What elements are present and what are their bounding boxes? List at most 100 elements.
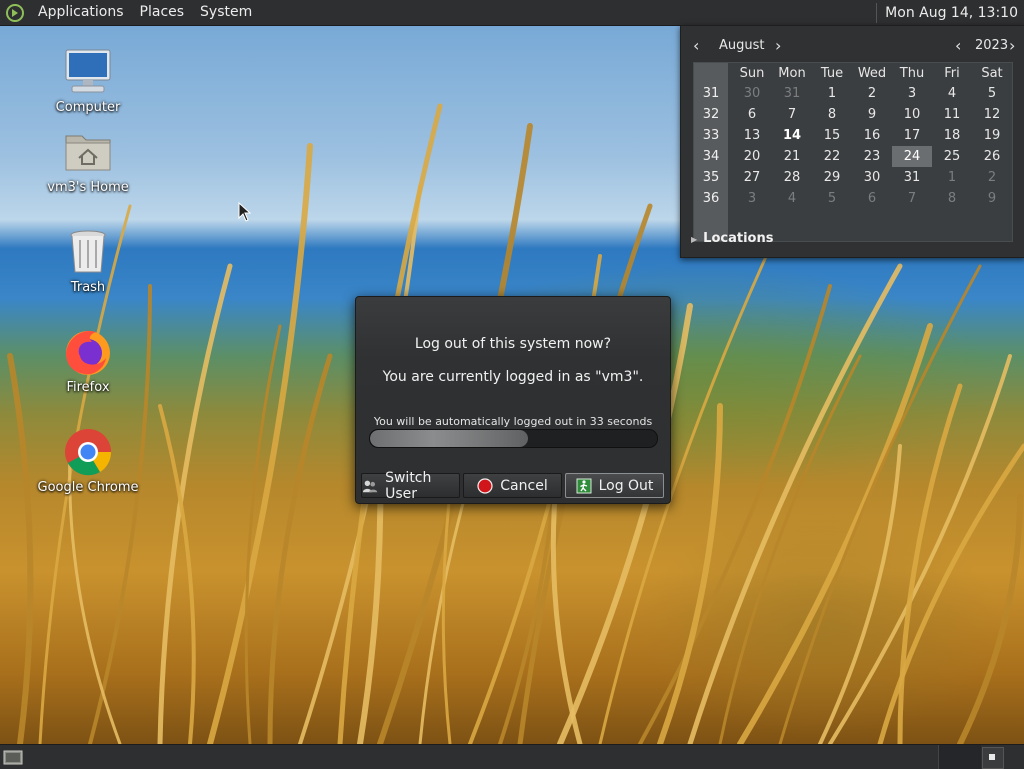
show-desktop-icon[interactable] bbox=[3, 748, 23, 766]
mouse-cursor-icon bbox=[238, 202, 252, 222]
calendar-day-name: Wed bbox=[857, 66, 887, 81]
calendar-day[interactable]: 31 bbox=[892, 167, 932, 188]
calendar-day[interactable]: 24 bbox=[892, 146, 932, 167]
calendar-day-name: Sat bbox=[981, 66, 1003, 81]
next-month-icon[interactable]: › bbox=[775, 36, 781, 55]
calendar-day[interactable]: 14 bbox=[772, 125, 812, 146]
next-year-icon[interactable]: › bbox=[1009, 36, 1015, 55]
calendar-day[interactable]: 5 bbox=[812, 188, 852, 209]
menu-places[interactable]: Places bbox=[132, 0, 193, 25]
mate-logo-icon[interactable] bbox=[6, 3, 24, 22]
desktop-icon-chrome[interactable]: Google Chrome bbox=[28, 426, 148, 495]
calendar-day[interactable]: 29 bbox=[812, 167, 852, 188]
calendar-grid: Sun Mon Tue Wed Thu Fri Sat 31 30 31 1 2 3 4 5 32 6 7 8 9 10… bbox=[693, 62, 1013, 242]
calendar-day[interactable]: 7 bbox=[892, 188, 932, 209]
calendar-day[interactable]: 21 bbox=[772, 146, 812, 167]
calendar-week-number: 35 bbox=[702, 170, 720, 185]
desktop-icon-home[interactable]: vm3's Home bbox=[28, 126, 148, 195]
desktop-icon-label: Trash bbox=[70, 280, 106, 295]
calendar-day[interactable]: 17 bbox=[892, 125, 932, 146]
trash-icon bbox=[70, 230, 106, 273]
desktop-icon-firefox[interactable]: Firefox bbox=[28, 326, 148, 395]
firefox-icon bbox=[66, 330, 110, 375]
calendar-day[interactable]: 16 bbox=[852, 125, 892, 146]
grass-blade bbox=[244, 324, 282, 744]
calendar-day[interactable]: 10 bbox=[892, 104, 932, 125]
desktop-icon-label: vm3's Home bbox=[47, 180, 129, 195]
calendar-day[interactable]: 22 bbox=[812, 146, 852, 167]
cancel-label: Cancel bbox=[500, 477, 548, 494]
top-panel: Applications Places System Mon Aug 14, 1… bbox=[0, 0, 1024, 26]
calendar-day[interactable]: 9 bbox=[972, 188, 1012, 209]
calendar-day[interactable]: 30 bbox=[852, 167, 892, 188]
calendar-day[interactable]: 5 bbox=[972, 83, 1012, 104]
workspace-1[interactable] bbox=[982, 747, 1004, 769]
calendar-day[interactable]: 13 bbox=[732, 125, 772, 146]
bottom-panel bbox=[0, 744, 1024, 769]
calendar-day[interactable]: 7 bbox=[772, 104, 812, 125]
calendar-day[interactable]: 25 bbox=[932, 146, 972, 167]
locations-expander[interactable]: ▶ Locations bbox=[691, 231, 773, 246]
calendar-day[interactable]: 8 bbox=[932, 188, 972, 209]
desktop-icon-computer[interactable]: Computer bbox=[28, 46, 148, 115]
logout-dialog: Log out of this system now? You are curr… bbox=[355, 296, 671, 504]
calendar-week-number: 31 bbox=[702, 86, 720, 101]
calendar-day[interactable]: 30 bbox=[732, 83, 772, 104]
calendar-week-number: 32 bbox=[702, 107, 720, 122]
clock[interactable]: Mon Aug 14, 13:10 bbox=[885, 5, 1024, 21]
log-out-icon bbox=[576, 478, 592, 493]
workspace-switcher[interactable] bbox=[938, 745, 981, 769]
dialog-title: Log out of this system now? bbox=[414, 336, 612, 352]
grass-blade bbox=[687, 263, 903, 744]
calendar-day[interactable]: 27 bbox=[732, 167, 772, 188]
calendar-day[interactable]: 1 bbox=[932, 167, 972, 188]
calendar-day[interactable]: 2 bbox=[972, 167, 1012, 188]
calendar-popup: ‹ August › ‹ 2023 › Sun Mon Tue Wed Thu Fri Sa… bbox=[680, 25, 1024, 258]
switch-user-button[interactable]: Switch User bbox=[361, 470, 460, 502]
calendar-day[interactable]: 23 bbox=[852, 146, 892, 167]
calendar-day[interactable]: 12 bbox=[972, 104, 1012, 125]
calendar-day-name: Sun bbox=[739, 66, 765, 81]
calendar-day-name: Fri bbox=[944, 66, 960, 81]
calendar-day[interactable]: 4 bbox=[932, 83, 972, 104]
calendar-day[interactable]: 4 bbox=[772, 188, 812, 209]
calendar-day[interactable]: 3 bbox=[732, 188, 772, 209]
calendar-day[interactable]: 3 bbox=[892, 83, 932, 104]
grass-blade bbox=[818, 444, 902, 744]
calendar-header: ‹ August › ‹ 2023 › bbox=[689, 34, 1017, 58]
calendar-day[interactable]: 8 bbox=[812, 104, 852, 125]
calendar-week-number: 36 bbox=[702, 191, 720, 206]
chrome-icon bbox=[65, 429, 112, 476]
logged-in-as-text: You are currently logged in as "vm3". bbox=[382, 369, 644, 385]
countdown-progress-bar bbox=[369, 429, 658, 448]
calendar-day-name: Tue bbox=[820, 66, 844, 81]
progress-fill bbox=[370, 430, 528, 447]
log-out-button[interactable]: Log Out bbox=[565, 473, 664, 498]
desktop-icon-label: Google Chrome bbox=[37, 480, 139, 495]
calendar-day[interactable]: 20 bbox=[732, 146, 772, 167]
calendar-week-number: 34 bbox=[702, 149, 720, 164]
calendar-day[interactable]: 19 bbox=[972, 125, 1012, 146]
cancel-button[interactable]: Cancel bbox=[463, 473, 562, 498]
calendar-day[interactable]: 9 bbox=[852, 104, 892, 125]
desktop-icon-trash[interactable]: Trash bbox=[28, 226, 148, 295]
prev-year-icon[interactable]: ‹ bbox=[955, 36, 961, 55]
calendar-day[interactable]: 2 bbox=[852, 83, 892, 104]
calendar-day[interactable]: 11 bbox=[932, 104, 972, 125]
calendar-day[interactable]: 1 bbox=[812, 83, 852, 104]
calendar-day[interactable]: 6 bbox=[732, 104, 772, 125]
grass-blade bbox=[7, 353, 34, 744]
menu-system[interactable]: System bbox=[192, 0, 260, 25]
calendar-day[interactable]: 18 bbox=[932, 125, 972, 146]
calendar-day[interactable]: 28 bbox=[772, 167, 812, 188]
calendar-day[interactable]: 6 bbox=[852, 188, 892, 209]
calendar-day[interactable]: 31 bbox=[772, 83, 812, 104]
cancel-icon bbox=[477, 477, 493, 494]
menu-applications[interactable]: Applications bbox=[30, 0, 132, 25]
prev-month-icon[interactable]: ‹ bbox=[693, 36, 699, 55]
calendar-day[interactable]: 26 bbox=[972, 146, 1012, 167]
locations-label: Locations bbox=[703, 231, 774, 246]
calendar-day[interactable]: 15 bbox=[812, 125, 852, 146]
switch-user-label: Switch User bbox=[385, 469, 432, 502]
calendar-day-name: Thu bbox=[899, 66, 925, 81]
